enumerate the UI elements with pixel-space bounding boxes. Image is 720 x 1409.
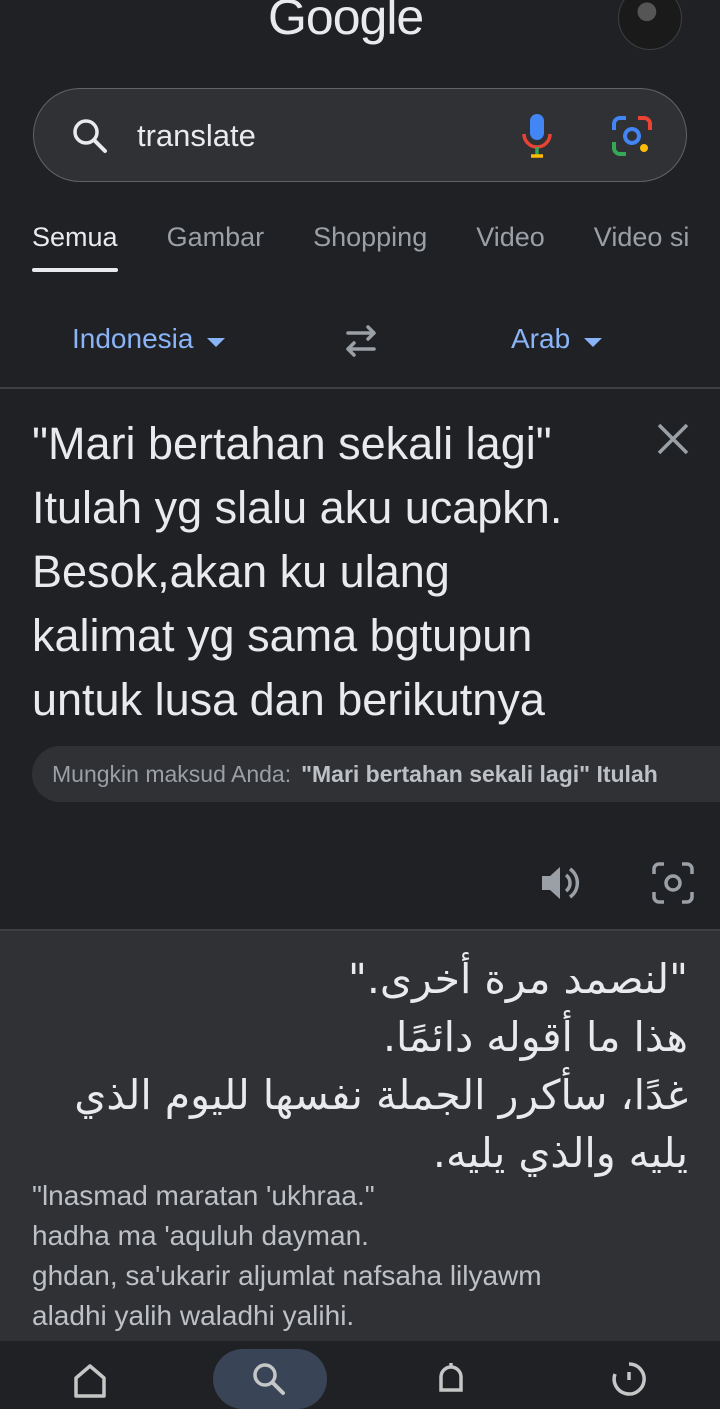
tab-gambar[interactable]: Gambar xyxy=(167,222,265,272)
search-icon xyxy=(73,119,107,153)
camera-translate-icon[interactable] xyxy=(650,860,696,906)
did-you-mean-chip[interactable]: Mungkin maksud Anda: "Mari bertahan sekal… xyxy=(32,746,720,802)
did-you-mean-value: "Mari bertahan sekali lagi" Itulah xyxy=(301,761,658,787)
tab-semua[interactable]: Semua xyxy=(32,222,118,272)
tab-video[interactable]: Video xyxy=(476,222,545,272)
search-tabs: Semua Gambar Shopping Video Video si xyxy=(32,222,689,272)
tab-video-si[interactable]: Video si xyxy=(594,222,690,272)
mic-icon[interactable] xyxy=(518,112,556,160)
swap-languages-icon[interactable] xyxy=(340,323,382,359)
did-you-mean-label: Mungkin maksud Anda: xyxy=(52,761,292,787)
target-language-select[interactable]: Arab xyxy=(511,323,603,355)
notifications-icon[interactable] xyxy=(432,1360,470,1398)
target-language-label: Arab xyxy=(511,323,571,354)
account-avatar[interactable] xyxy=(618,0,682,50)
chevron-down-icon xyxy=(207,337,226,347)
source-language-select[interactable]: Indonesia xyxy=(72,323,226,355)
google-logo[interactable]: Google xyxy=(268,0,424,46)
translation-output: "لنصمد مرة أخرى." هذا ما أقوله دائمًا. غ… xyxy=(74,955,688,1177)
divider xyxy=(0,387,720,389)
transliteration-text: "lnasmad maratan 'ukhraa." hadha ma 'aqu… xyxy=(32,1180,542,1331)
lens-icon[interactable] xyxy=(610,114,654,158)
source-language-label: Indonesia xyxy=(72,323,194,354)
search-icon[interactable] xyxy=(250,1360,288,1398)
search-bar[interactable] xyxy=(33,88,687,182)
chevron-down-icon xyxy=(584,337,603,347)
home-icon[interactable] xyxy=(71,1360,109,1398)
tab-shopping[interactable]: Shopping xyxy=(313,222,427,272)
source-text-input[interactable]: "Mari bertahan sekali lagi" Itulah yg sl… xyxy=(32,412,632,732)
speaker-icon[interactable] xyxy=(538,862,582,904)
close-icon[interactable] xyxy=(654,420,692,458)
history-icon[interactable] xyxy=(610,1360,648,1398)
search-input[interactable]: translate xyxy=(137,118,256,154)
